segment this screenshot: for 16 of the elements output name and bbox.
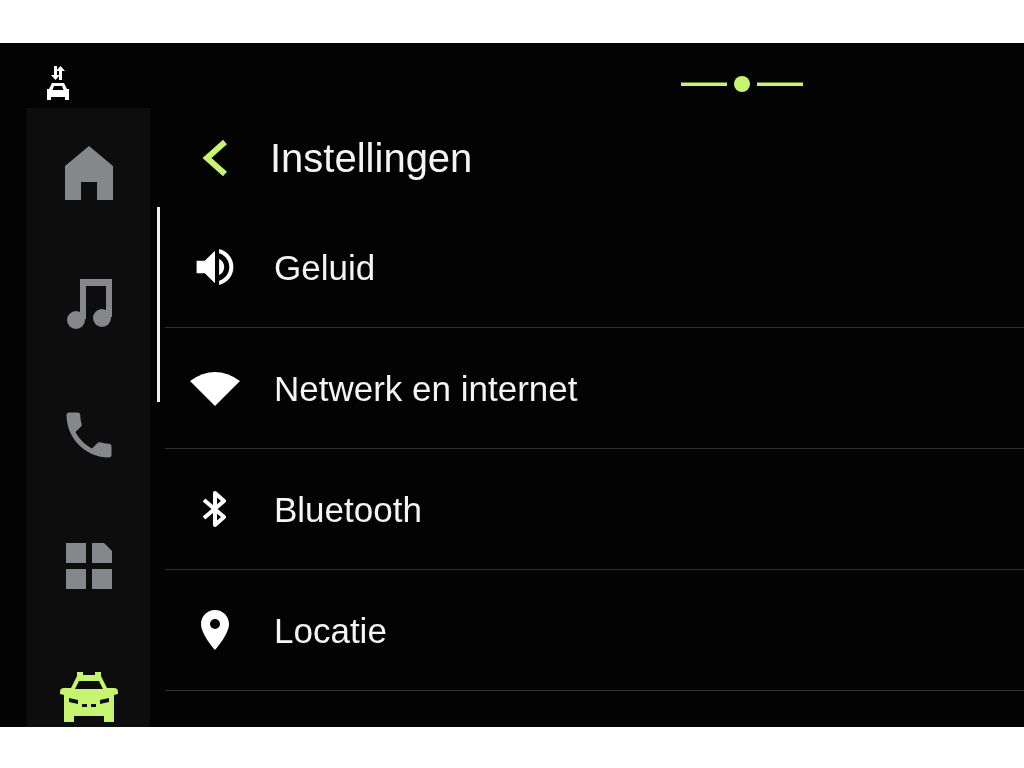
page-title: Instellingen — [270, 137, 473, 178]
settings-list-item[interactable]: Geluid — [165, 207, 1024, 328]
wifi-icon — [190, 370, 240, 406]
car-arrows-icon — [47, 66, 69, 100]
bluetooth-icon — [202, 490, 228, 528]
settings-list-item[interactable]: Locatie — [165, 570, 1024, 691]
settings-list-item[interactable]: Netwerk en internet — [165, 328, 1024, 449]
speaker-icon — [195, 249, 235, 285]
music-note-icon — [65, 279, 112, 329]
car-icon — [59, 672, 118, 722]
page-indicator-icon — [681, 75, 803, 93]
grid-icon — [65, 543, 112, 589]
chevron-left-icon — [200, 138, 230, 177]
settings-list-item[interactable]: Bluetooth — [165, 449, 1024, 570]
home-icon — [64, 146, 113, 200]
location-pin-icon — [200, 610, 230, 650]
